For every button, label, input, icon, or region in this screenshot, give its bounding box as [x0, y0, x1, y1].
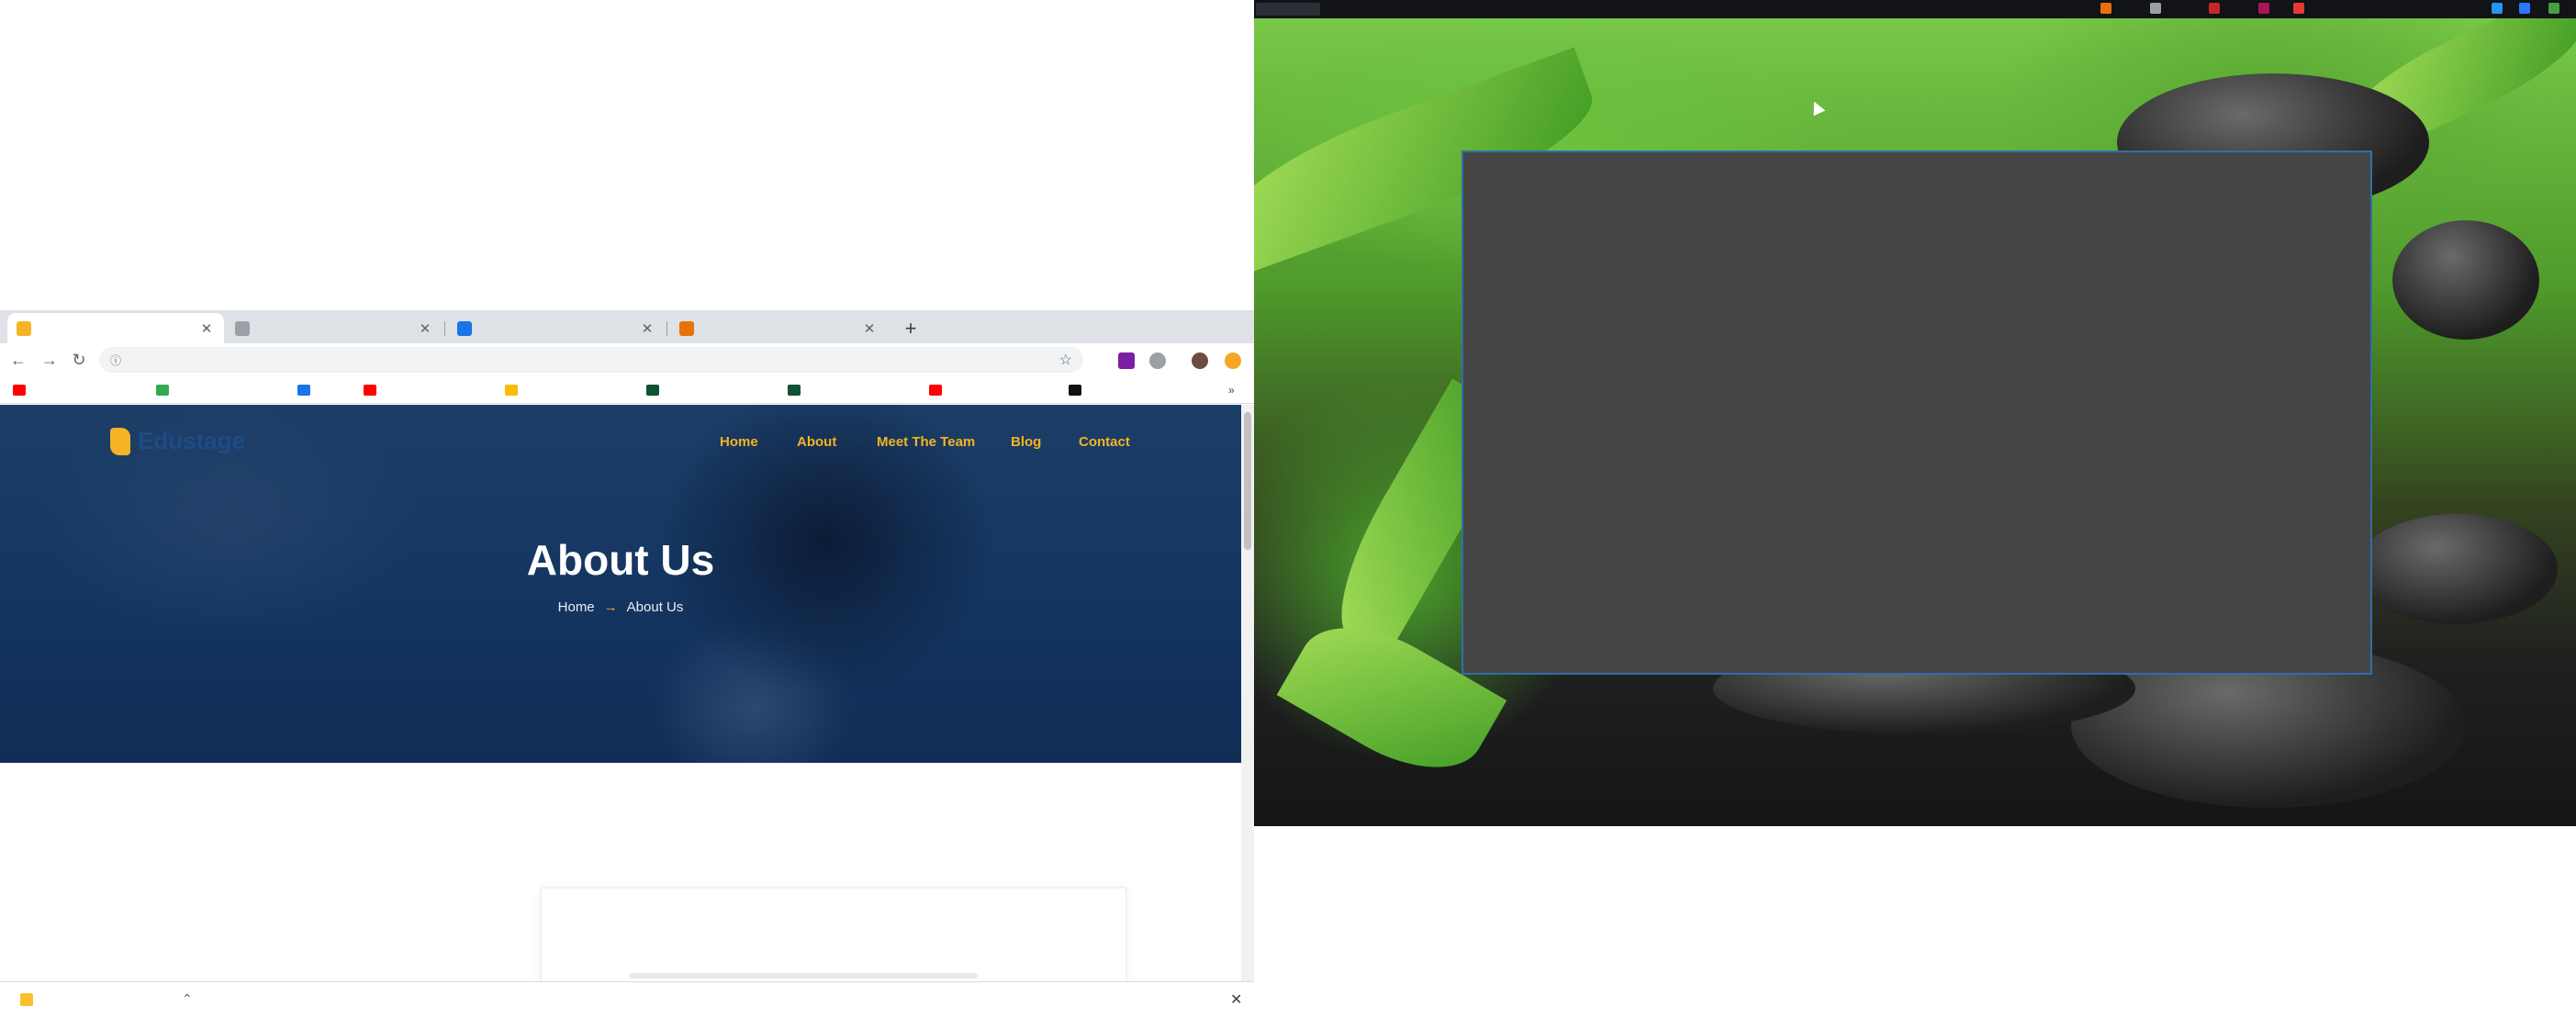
page-title: About Us — [526, 536, 715, 584]
bookmark-favicon-icon — [156, 385, 169, 396]
bookmark-item[interactable] — [929, 382, 949, 398]
tab-favicon-icon — [17, 320, 31, 336]
bookmark-item[interactable] — [1069, 382, 1089, 398]
mouse-cursor-icon — [1808, 98, 1826, 117]
tab-1[interactable]: ✕ — [7, 313, 224, 343]
bookmark-favicon-icon — [646, 385, 659, 396]
nav-meet-the-team[interactable]: Meet The Team — [877, 434, 975, 450]
nav-home[interactable]: Home — [720, 434, 758, 450]
bookmark-favicon-icon — [788, 385, 801, 396]
nav-about[interactable]: About — [797, 434, 836, 450]
tab-4[interactable]: ✕ — [670, 313, 887, 343]
taskbar — [1254, 0, 2576, 18]
extension-icon[interactable] — [1118, 352, 1135, 369]
bookmark-item[interactable] — [364, 382, 384, 398]
new-tab-button[interactable]: + — [898, 316, 924, 341]
profile-avatar-icon[interactable] — [1192, 352, 1208, 369]
bookmark-item[interactable] — [788, 382, 808, 398]
logo-text: Edustage — [138, 427, 246, 454]
chevron-up-icon[interactable]: ⌃ — [182, 991, 193, 1007]
bookmark-item[interactable] — [505, 382, 525, 398]
browser-window: ✕ ✕ ✕ ✕ + ← → ↻ ⓘ ☆ » Edustage Home Abou… — [0, 310, 1254, 1018]
tab-favicon-icon — [235, 320, 250, 336]
back-arrow-icon[interactable]: ← — [7, 349, 29, 371]
bookmark-item[interactable] — [646, 382, 666, 398]
site-info-icon[interactable]: ⓘ — [110, 352, 123, 368]
breadcrumb-home-link[interactable]: Home — [558, 599, 595, 615]
address-bar[interactable]: ⓘ ☆ — [99, 347, 1083, 373]
tray-icon[interactable] — [2519, 3, 2530, 14]
tray-icon[interactable] — [2209, 3, 2220, 14]
breadcrumb: Home → About Us — [0, 599, 1241, 615]
tab-separator — [666, 321, 667, 336]
tab-separator — [444, 321, 445, 336]
bookmark-favicon-icon — [505, 385, 518, 396]
tray-icon[interactable] — [2258, 3, 2269, 14]
bookmark-favicon-icon — [1069, 385, 1081, 396]
youtube-icon — [929, 385, 942, 396]
breadcrumb-arrow-icon: → — [603, 599, 618, 615]
browser-toolbar: ← → ↻ ⓘ ☆ — [0, 343, 1254, 376]
reload-icon[interactable]: ↻ — [68, 349, 90, 371]
bookmark-item[interactable] — [156, 382, 176, 398]
taskbar-start-area[interactable] — [1256, 3, 1320, 16]
wallpaper-stone — [2392, 220, 2539, 340]
tab-favicon-icon — [679, 320, 694, 336]
close-tab-icon[interactable]: ✕ — [861, 320, 878, 337]
close-download-bar-icon[interactable]: ✕ — [1230, 990, 1242, 1009]
bookmark-star-icon[interactable]: ☆ — [1059, 351, 1072, 369]
tray-icon[interactable] — [2100, 3, 2111, 14]
tray-icon[interactable] — [2548, 3, 2559, 14]
download-file-icon — [20, 993, 33, 1006]
content-card — [540, 887, 1127, 981]
logo-icon — [110, 427, 130, 455]
youtube-icon — [13, 385, 26, 396]
bookmark-item[interactable] — [297, 382, 318, 398]
bookmarks-overflow-button[interactable]: » — [1228, 382, 1235, 398]
tab-strip: ✕ ✕ ✕ ✕ + — [0, 310, 1254, 343]
nav-contact[interactable]: Contact — [1079, 434, 1130, 450]
youtube-icon — [364, 385, 376, 396]
card-text-placeholder — [629, 973, 978, 979]
tray-icon[interactable] — [2492, 3, 2503, 14]
calendar-icon[interactable] — [2293, 3, 2304, 14]
tab-favicon-icon — [457, 320, 472, 336]
nav-blog[interactable]: Blog — [1011, 434, 1041, 450]
blank-dark-window[interactable] — [1462, 151, 2372, 675]
download-bar: ⌃ ✕ — [0, 981, 1254, 1018]
page-scrollbar[interactable] — [1241, 405, 1254, 981]
site-logo[interactable]: Edustage — [110, 427, 245, 455]
close-tab-icon[interactable]: ✕ — [639, 320, 655, 337]
bookmark-favicon-icon — [297, 385, 310, 396]
screen: ✕ ✕ ✕ ✕ + ← → ↻ ⓘ ☆ » Edustage Home Abou… — [0, 0, 2576, 1018]
tray-icon[interactable] — [2150, 3, 2161, 14]
tab-2[interactable]: ✕ — [226, 313, 442, 343]
wallpaper-stone — [2356, 514, 2558, 624]
close-tab-icon[interactable]: ✕ — [417, 320, 433, 337]
hero-banner: Edustage Home About Meet The Team Blog C… — [0, 405, 1241, 763]
bookmark-item[interactable] — [13, 382, 33, 398]
tab-3[interactable]: ✕ — [448, 313, 665, 343]
forward-arrow-icon[interactable]: → — [39, 349, 61, 371]
bookmarks-bar: » — [0, 376, 1254, 404]
empty-area — [1254, 826, 2576, 1018]
close-tab-icon[interactable]: ✕ — [198, 320, 215, 337]
breadcrumb-current: About Us — [626, 599, 684, 615]
scrollbar-thumb[interactable] — [1244, 412, 1251, 550]
desktop-wallpaper — [1254, 0, 2576, 826]
extension-icon[interactable] — [1149, 352, 1166, 369]
web-page: Edustage Home About Meet The Team Blog C… — [0, 405, 1241, 981]
menu-avatar-icon[interactable] — [1225, 352, 1241, 369]
